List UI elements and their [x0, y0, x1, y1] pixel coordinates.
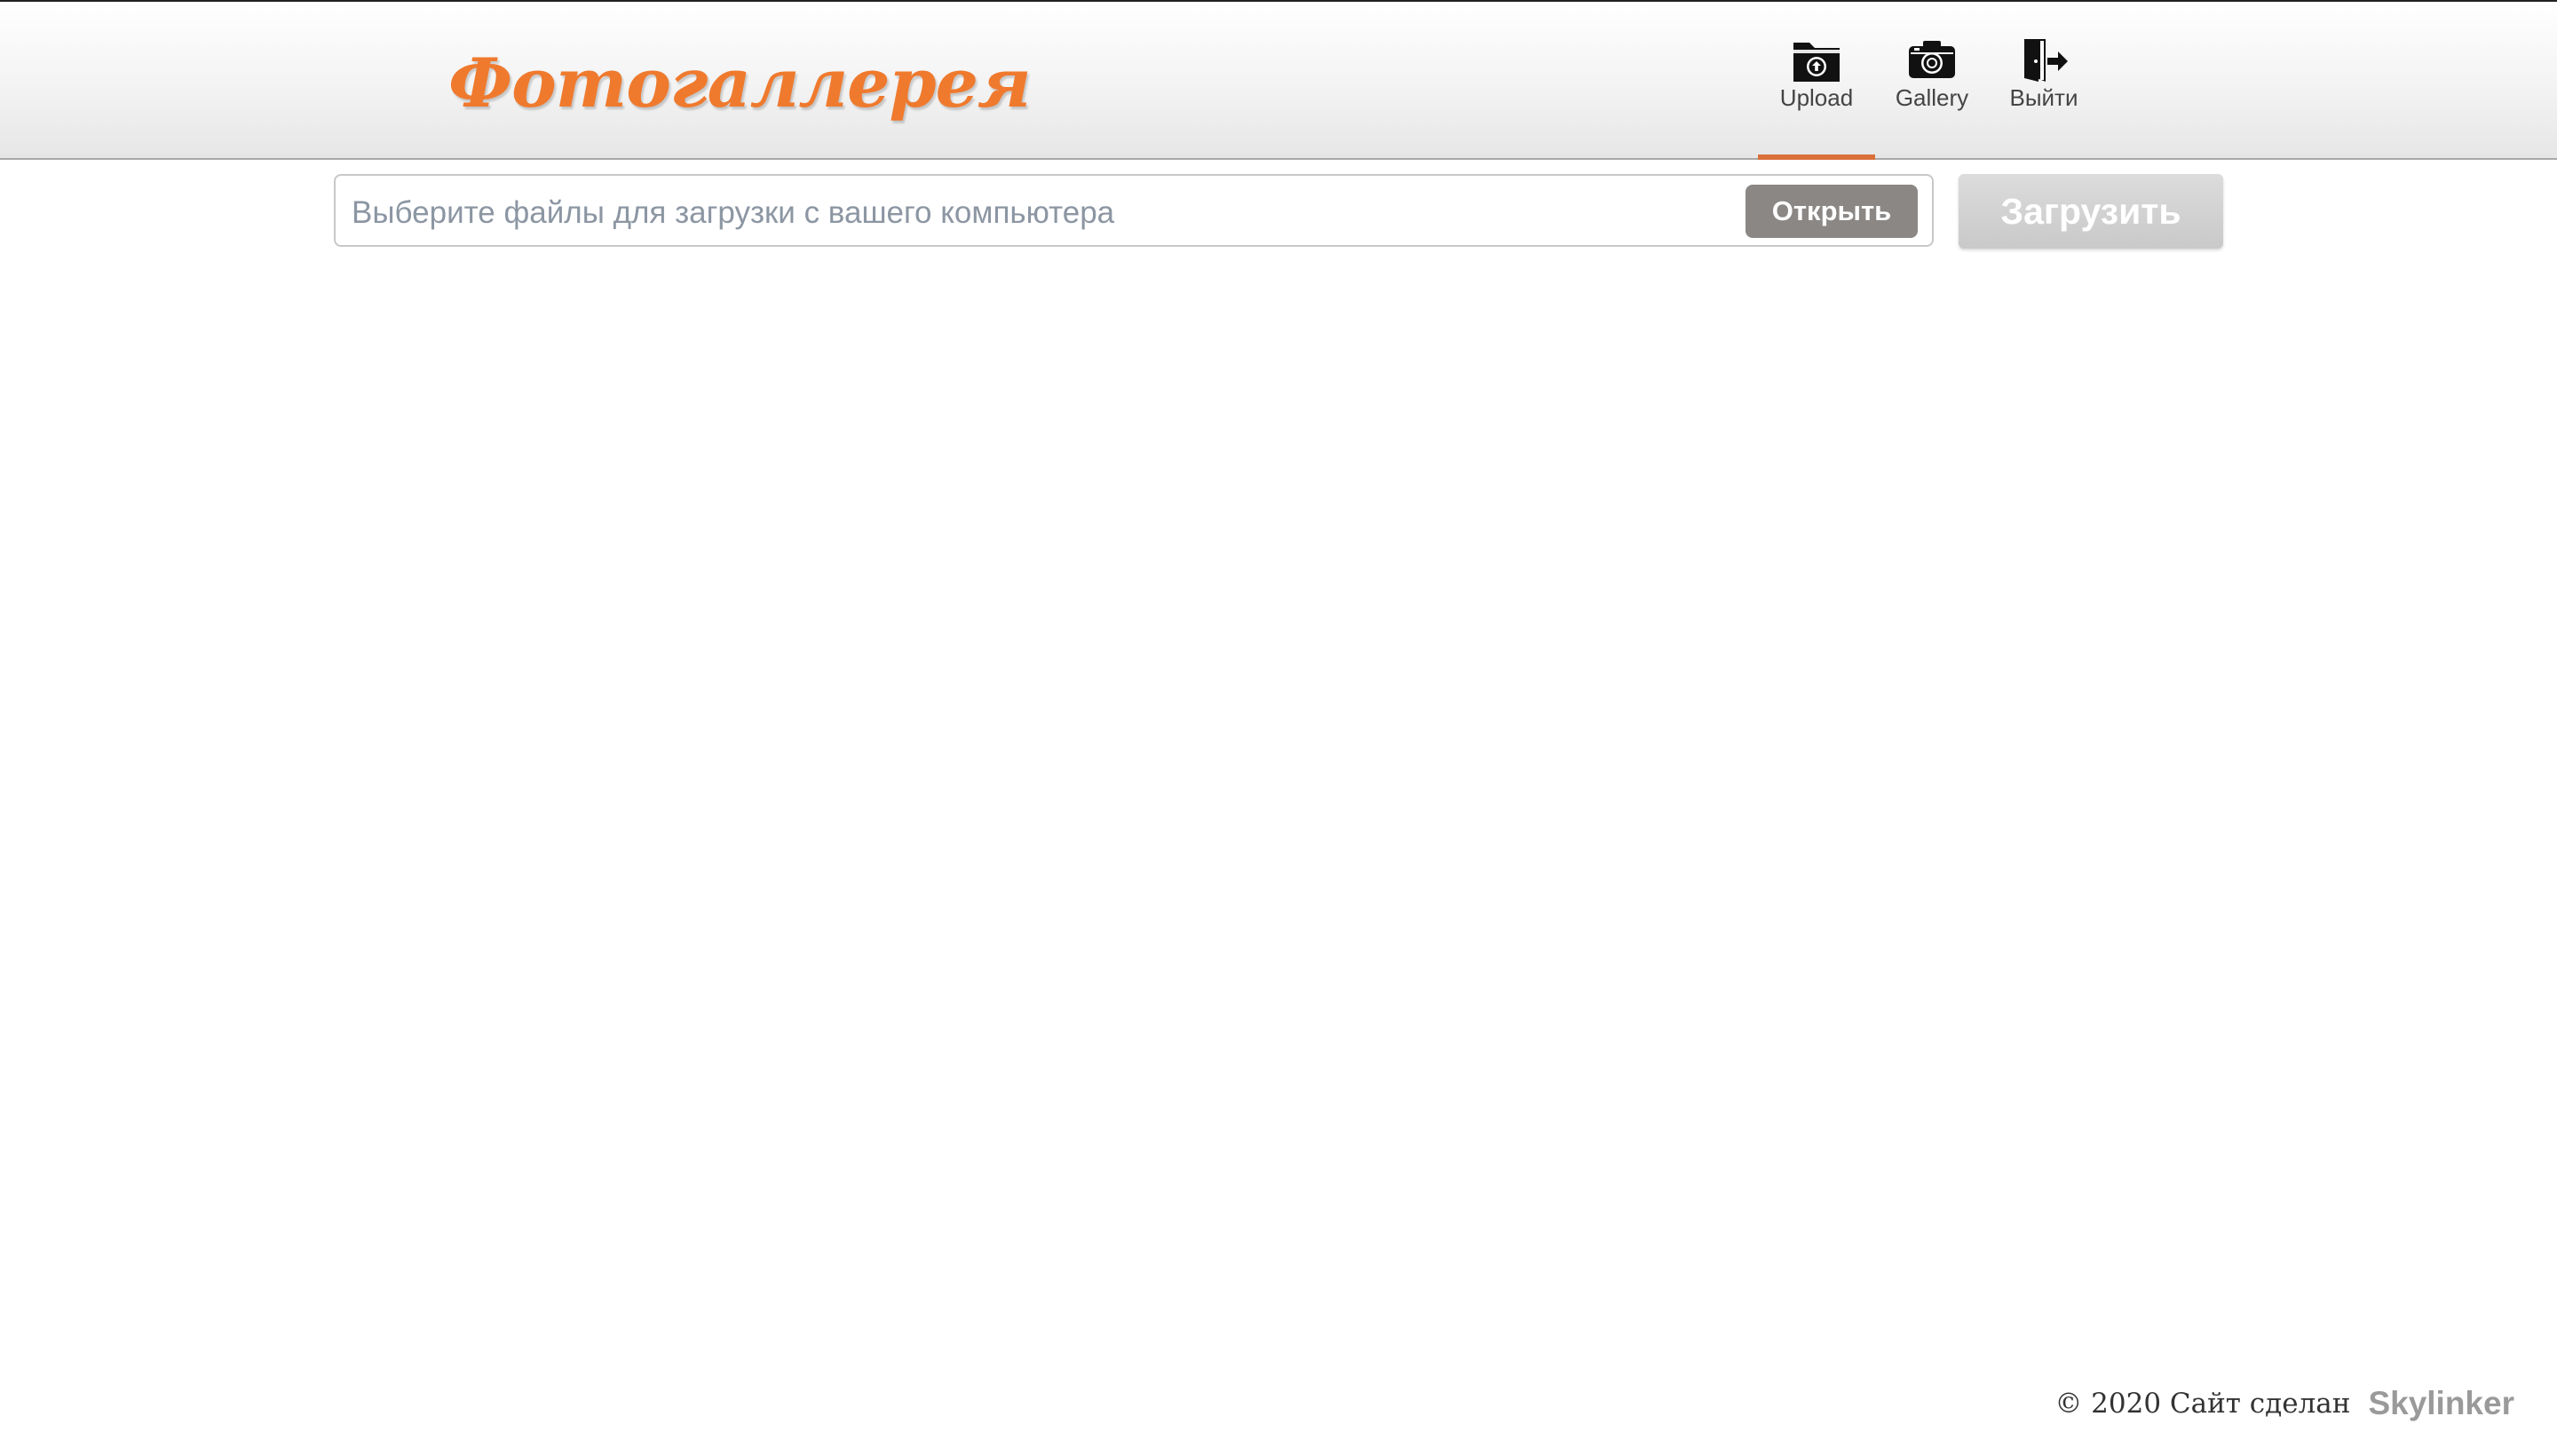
site-logo[interactable]: Фотогаллерея [448, 41, 1031, 126]
upload-submit-button[interactable]: Загрузить [1959, 174, 2223, 249]
folder-upload-icon [1792, 37, 1841, 83]
footer-brand-link[interactable]: Skylinker [2368, 1385, 2514, 1421]
file-picker-placeholder: Выберите файлы для загрузки с вашего ком… [352, 195, 1115, 230]
nav-item-label: Gallery [1895, 84, 1969, 111]
nav-item-label: Upload [1779, 84, 1854, 111]
nav-item-label: Выйти [2009, 84, 2078, 111]
exit-door-icon [2019, 37, 2069, 83]
open-file-button[interactable]: Открыть [1746, 185, 1918, 238]
camera-icon [1907, 37, 1957, 83]
file-picker-field[interactable]: Выберите файлы для загрузки с вашего ком… [334, 174, 1934, 247]
site-footer: © 2020 Сайт сделан Skylinker [2054, 1385, 2514, 1428]
nav-item-upload[interactable]: Upload [1758, 2, 1875, 160]
site-header: Фотогаллерея [0, 2, 2557, 160]
nav-item-gallery[interactable]: Gallery [1886, 2, 1978, 158]
nav-item-logout[interactable]: Выйти [1998, 2, 2090, 158]
footer-copyright: © 2020 Сайт сделан [2054, 1388, 2351, 1420]
